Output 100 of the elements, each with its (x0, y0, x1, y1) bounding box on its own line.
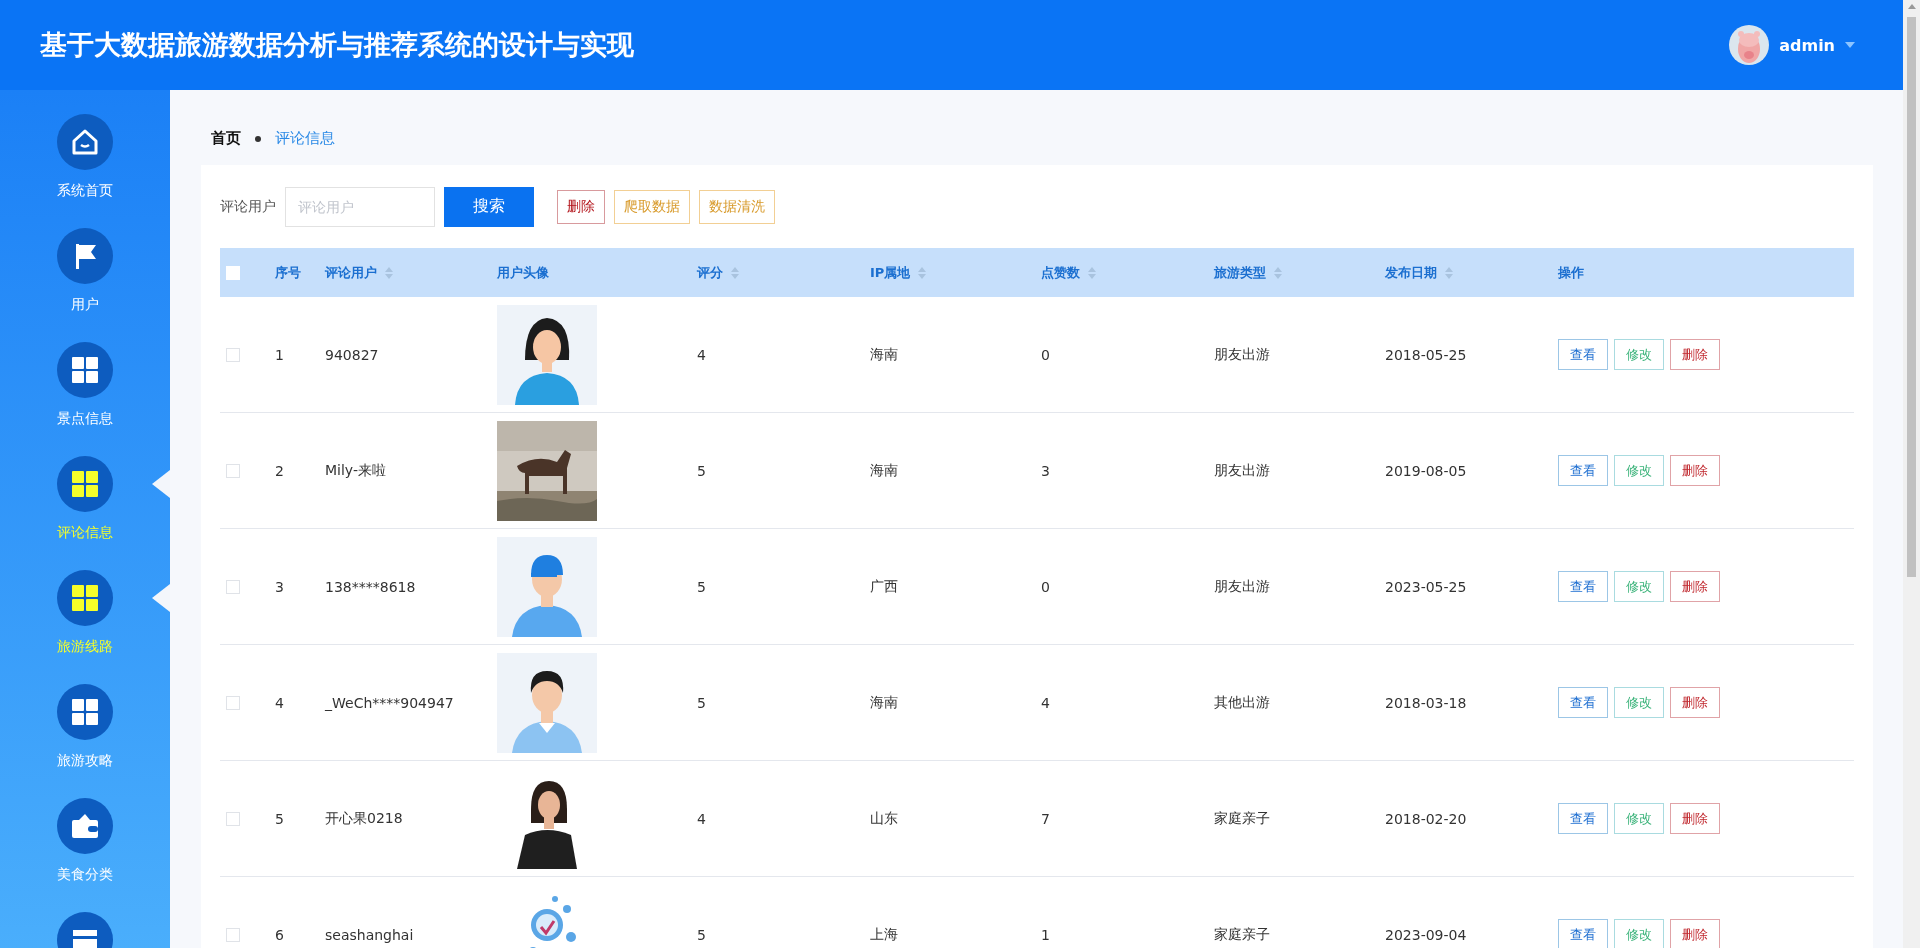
table-cell-text: 3 (1041, 462, 1051, 479)
menu-icon-button[interactable] (57, 342, 113, 398)
table-cell-text: 2023-09-04 (1385, 926, 1468, 943)
menu-icon-button[interactable] (57, 684, 113, 740)
table-cell-text: 2018-02-20 (1385, 810, 1468, 827)
delete-button[interactable]: 删除 (1670, 339, 1720, 370)
table-cell-text: 家庭亲子 (1214, 925, 1271, 944)
table-cell-text: 940827 (325, 346, 380, 363)
table-cell-text: 家庭亲子 (1214, 809, 1271, 828)
delete-button[interactable]: 删除 (1670, 455, 1720, 486)
table-cell-text: 5 (275, 810, 285, 827)
table-cell-text: 2023-05-25 (1385, 578, 1468, 595)
checkbox[interactable] (226, 811, 240, 826)
edit-button[interactable]: 修改 (1614, 455, 1664, 486)
field-label: 评论用户 (220, 197, 276, 216)
column-header[interactable]: 发布日期 (1385, 263, 1558, 282)
column-header[interactable]: IP属地 (870, 263, 1041, 282)
home-icon (70, 127, 100, 157)
scrollbar[interactable] (1903, 0, 1920, 948)
grid-icon (72, 585, 98, 611)
checkbox[interactable] (226, 695, 240, 710)
table-cell-text: 1 (275, 346, 285, 363)
view-button[interactable]: 查看 (1558, 687, 1608, 718)
view-button[interactable]: 查看 (1558, 803, 1608, 834)
table-cell-text: 5 (697, 926, 707, 943)
table-cell-text: 广西 (870, 577, 899, 596)
table-cell-text: 138****8618 (325, 578, 417, 595)
menu-icon-button[interactable] (57, 228, 113, 284)
menu-label[interactable]: 美食分类 (57, 866, 113, 884)
table-cell-text: seashanghai (325, 926, 415, 943)
menu-label[interactable]: 景点信息 (57, 410, 113, 428)
checkbox[interactable] (226, 579, 240, 594)
menu-label[interactable]: 系统首页 (57, 182, 113, 200)
column-header[interactable]: 点赞数 (1041, 263, 1214, 282)
delete-button[interactable]: 删除 (1670, 803, 1720, 834)
search-field[interactable]: 评论用户 (285, 186, 435, 227)
checkbox[interactable] (226, 347, 240, 362)
table-cell-text: 朋友出游 (1214, 461, 1271, 480)
separator-dot (255, 135, 261, 142)
sort-icon (1274, 266, 1282, 279)
table-cell-text: 2018-03-18 (1385, 694, 1468, 711)
delete-button[interactable]: 删除 (1670, 687, 1720, 718)
menu-icon-button[interactable] (57, 456, 113, 512)
table-cell-text: 上海 (870, 925, 899, 944)
table-cell-text: 开心果0218 (325, 809, 404, 828)
menu-icon-button[interactable] (57, 570, 113, 626)
table-cell-text: 海南 (870, 693, 899, 712)
table-cell-text: 朋友出游 (1214, 577, 1271, 596)
edit-button[interactable]: 修改 (1614, 803, 1664, 834)
checkbox[interactable] (226, 463, 240, 478)
wallet-icon (71, 812, 99, 840)
table-cell-text: 海南 (870, 345, 899, 364)
grid-icon (72, 471, 98, 497)
sort-icon (1088, 266, 1096, 279)
grid-icon (72, 699, 98, 725)
table-cell-text: 5 (697, 578, 707, 595)
column-header[interactable]: 评分 (697, 263, 870, 282)
breadcrumb-link[interactable]: 评论信息 (275, 129, 335, 148)
menu-label[interactable]: 旅游攻略 (57, 752, 113, 770)
menu-label[interactable]: 旅游线路 (57, 638, 113, 656)
delete-button[interactable]: 删除 (1670, 919, 1720, 948)
table-cell-text: 2 (275, 462, 285, 479)
table-cell-text: 山东 (870, 809, 899, 828)
table-cell-text: 4 (1041, 694, 1051, 711)
search-button[interactable]: 搜索 (444, 186, 534, 227)
table-cell-text: 4 (275, 694, 285, 711)
column-header: 用户头像 (497, 263, 550, 282)
checkbox[interactable] (226, 927, 240, 942)
user-name[interactable]: admin (1779, 35, 1835, 55)
table-cell-text: 海南 (870, 461, 899, 480)
edit-button[interactable]: 修改 (1614, 919, 1664, 948)
view-button[interactable]: 查看 (1558, 455, 1608, 486)
table-cell-text: 7 (1041, 810, 1051, 827)
table-cell-text: 0 (1041, 578, 1051, 595)
column-header[interactable]: 评论用户 (325, 263, 497, 282)
scroll-up-icon[interactable] (1907, 4, 1916, 9)
view-button[interactable]: 查看 (1558, 339, 1608, 370)
edit-button[interactable]: 修改 (1614, 571, 1664, 602)
menu-icon-button[interactable] (57, 798, 113, 854)
toolbar-button[interactable]: 数据清洗 (699, 189, 775, 224)
scrollbar-thumb[interactable] (1907, 17, 1916, 577)
delete-button[interactable]: 删除 (1670, 571, 1720, 602)
table-cell-text: 朋友出游 (1214, 345, 1271, 364)
breadcrumb-link[interactable]: 首页 (211, 129, 241, 148)
menu-label[interactable]: 评论信息 (57, 524, 113, 542)
edit-button[interactable]: 修改 (1614, 339, 1664, 370)
toolbar-button[interactable]: 删除 (557, 189, 605, 224)
app-title: 基于大数据旅游数据分析与推荐系统的设计与实现 (40, 28, 634, 62)
column-header[interactable]: 旅游类型 (1214, 263, 1385, 282)
toolbar-button[interactable]: 爬取数据 (614, 189, 690, 224)
view-button[interactable]: 查看 (1558, 571, 1608, 602)
view-button[interactable]: 查看 (1558, 919, 1608, 948)
table-cell-text: 4 (697, 810, 707, 827)
table-cell-text: 3 (275, 578, 285, 595)
table-cell-text: _WeCh****904947 (325, 694, 455, 711)
caret-icon[interactable] (1845, 42, 1855, 48)
menu-label[interactable]: 用户 (71, 296, 99, 314)
menu-icon-button[interactable] (57, 114, 113, 170)
sort-icon (385, 266, 393, 279)
edit-button[interactable]: 修改 (1614, 687, 1664, 718)
